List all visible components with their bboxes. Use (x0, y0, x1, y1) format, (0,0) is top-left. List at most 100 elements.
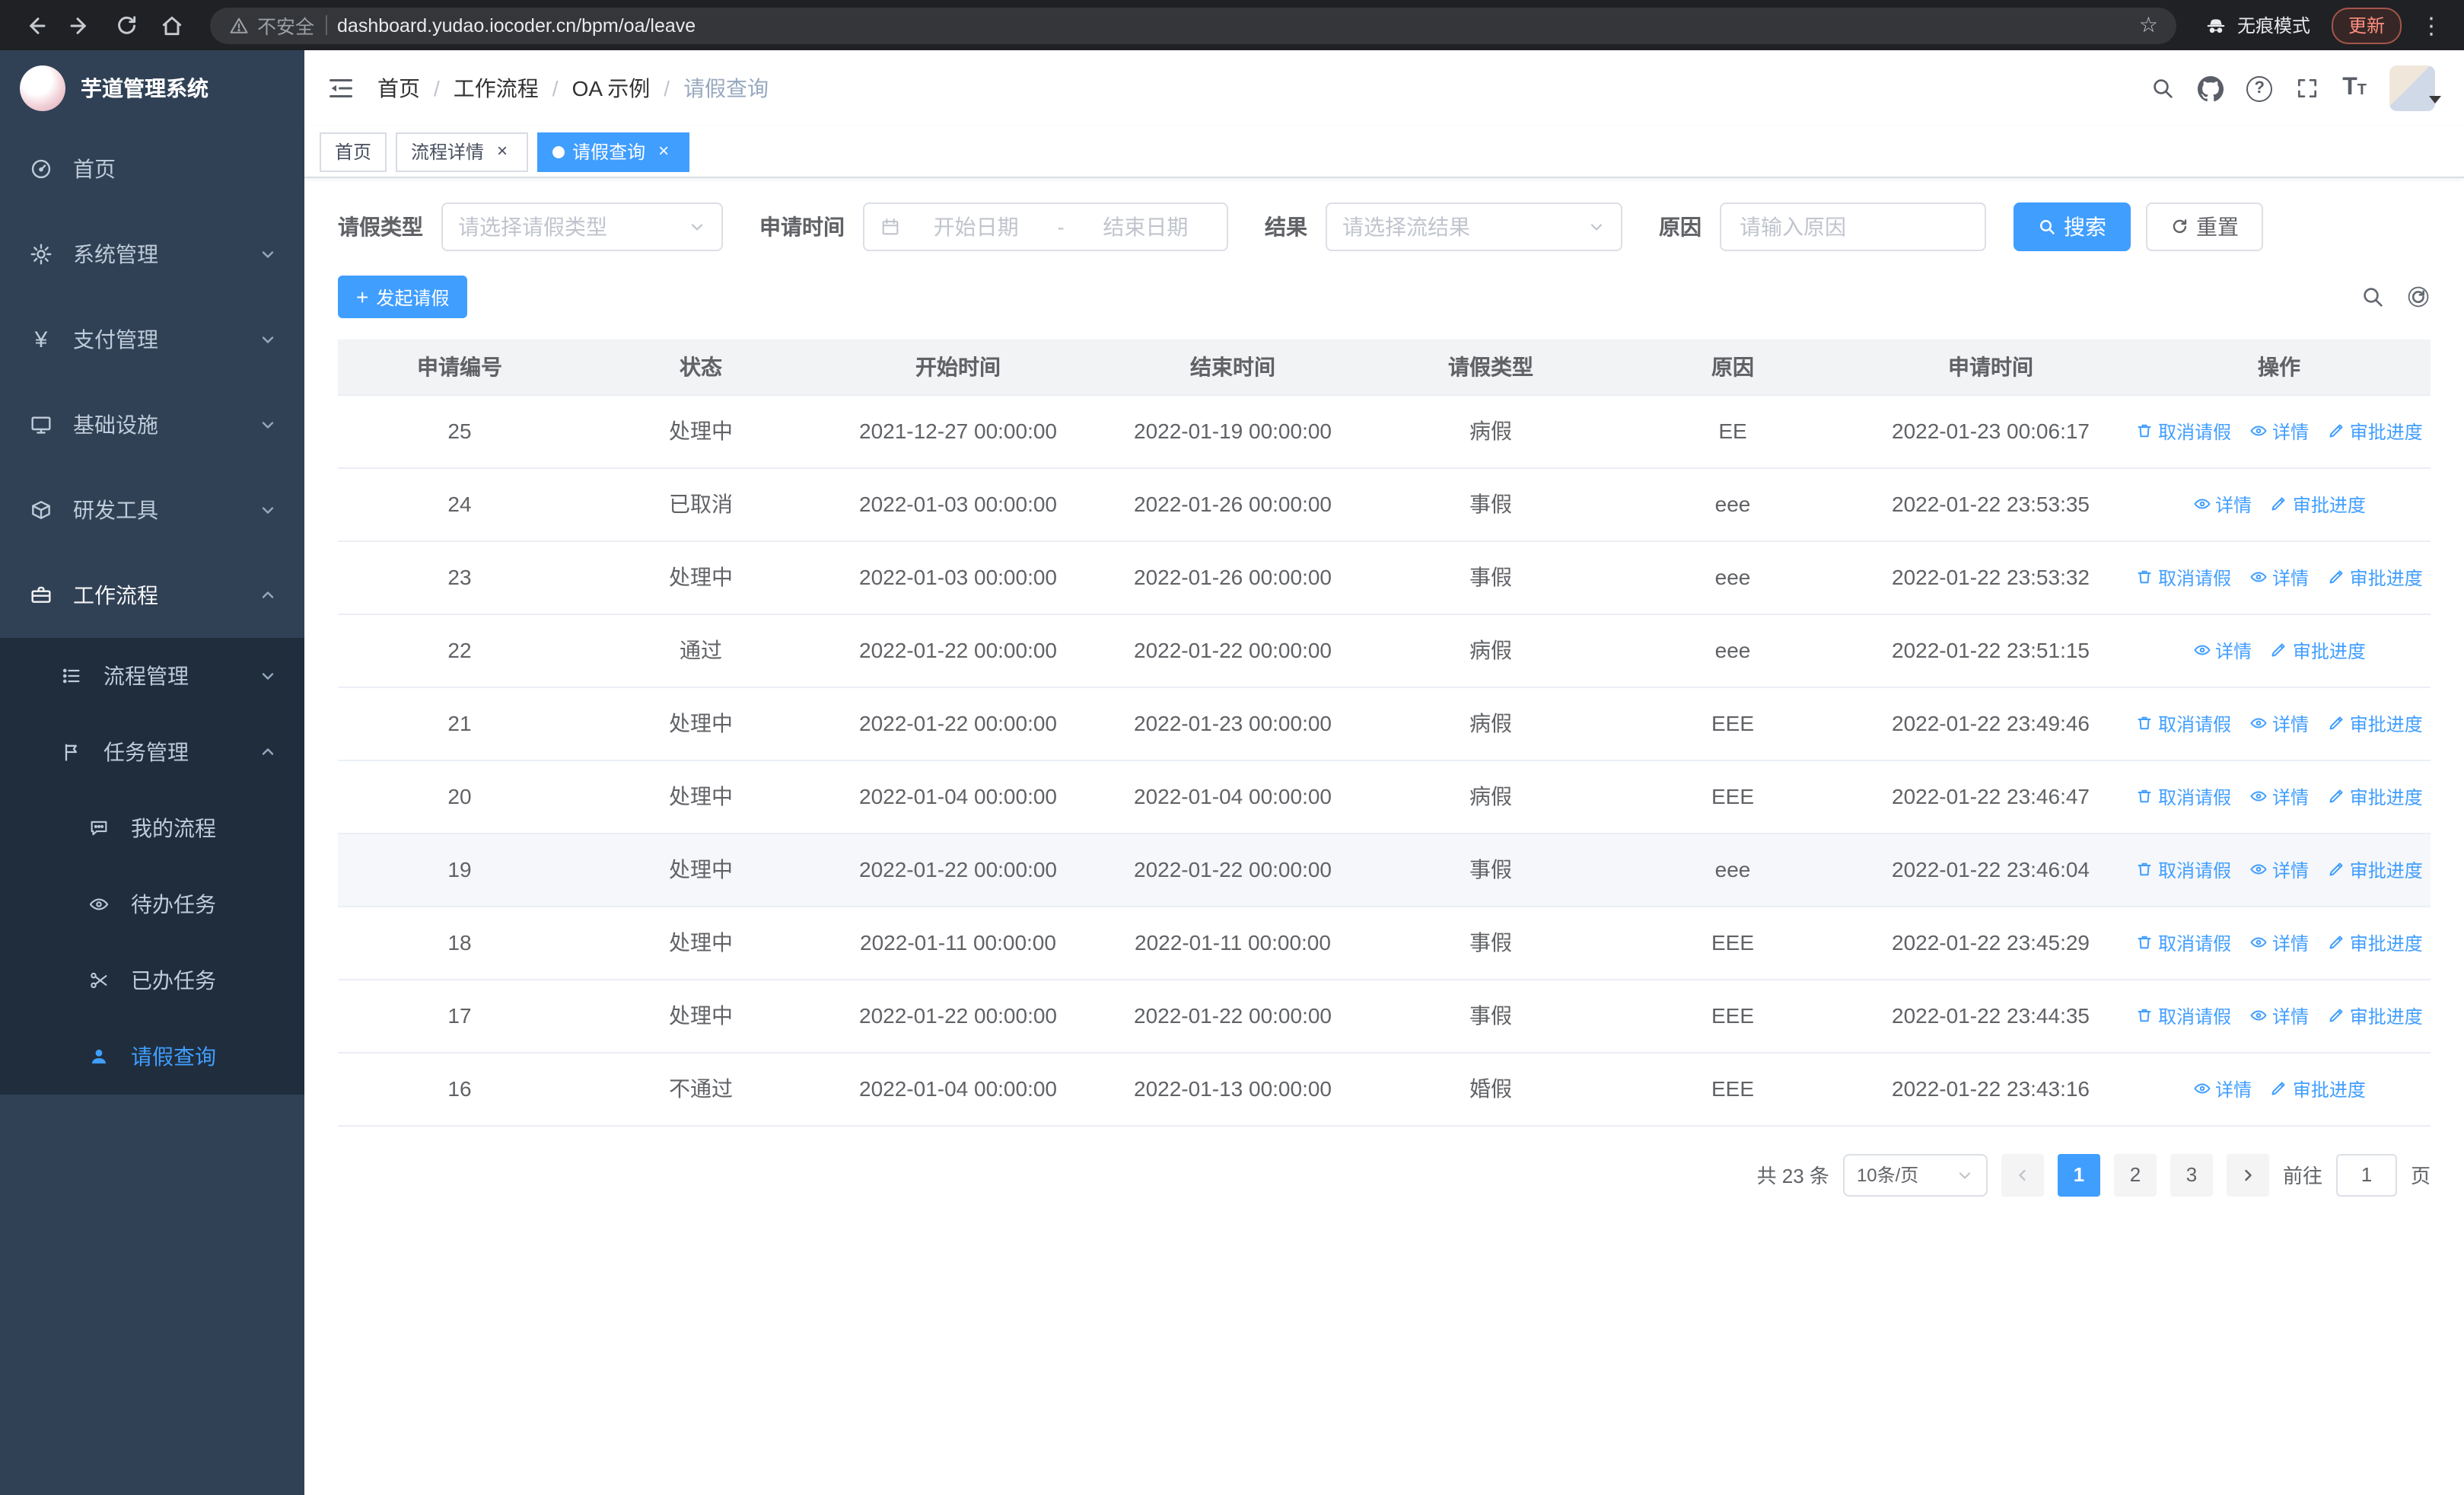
app-logo[interactable]: 芋道管理系统 (0, 50, 304, 126)
cancel-leave-link[interactable]: 取消请假 (2135, 419, 2231, 445)
search-icon[interactable] (2150, 76, 2175, 100)
table-row[interactable]: 23 处理中 2022-01-03 00:00:00 2022-01-26 00… (338, 540, 2431, 614)
approval-progress-link[interactable]: 审批进度 (2327, 930, 2423, 956)
search-button[interactable]: 搜索 (2014, 202, 2131, 251)
edit-icon (2329, 790, 2343, 804)
approval-progress-link[interactable]: 审批进度 (2327, 711, 2423, 737)
hide-search-icon[interactable] (2361, 285, 2385, 309)
sidebar-item-done-tasks[interactable]: 已办任务 (0, 942, 304, 1018)
page-button-3[interactable]: 3 (2170, 1153, 2213, 1196)
detail-link[interactable]: 详情 (2249, 857, 2309, 883)
close-icon[interactable]: × (653, 140, 674, 162)
reset-button[interactable]: 重置 (2146, 202, 2263, 251)
table-row[interactable]: 16 不通过 2022-01-04 00:00:00 2022-01-13 00… (338, 1052, 2431, 1126)
sidebar-item-task-management[interactable]: 任务管理 (0, 714, 304, 790)
sidebar-item-process-management[interactable]: 流程管理 (0, 638, 304, 714)
browser-menu-icon[interactable]: ⋮ (2414, 11, 2449, 39)
browser-forward-button[interactable] (61, 5, 100, 45)
approval-progress-link[interactable]: 审批进度 (2270, 1076, 2366, 1102)
tab-leave-query[interactable]: 请假查询 × (537, 132, 690, 171)
browser-back-button[interactable] (15, 5, 55, 45)
page-button-1[interactable]: 1 (2057, 1153, 2100, 1196)
page-button-2[interactable]: 2 (2113, 1153, 2157, 1196)
approval-progress-link[interactable]: 审批进度 (2327, 1003, 2423, 1029)
approval-progress-link[interactable]: 审批进度 (2327, 784, 2423, 810)
eye-icon (2250, 792, 2267, 802)
approval-progress-link[interactable]: 审批进度 (2327, 419, 2423, 445)
browser-update-button[interactable]: 更新 (2331, 7, 2402, 43)
detail-link[interactable]: 详情 (2192, 1076, 2252, 1102)
detail-link[interactable]: 详情 (2249, 419, 2309, 445)
sidebar-item-leave-query[interactable]: 请假查询 (0, 1018, 304, 1095)
cell-start-time: 2022-01-22 00:00:00 (820, 687, 1096, 760)
browser-home-button[interactable] (152, 5, 192, 45)
cancel-leave-link[interactable]: 取消请假 (2135, 565, 2231, 591)
detail-link[interactable]: 详情 (2249, 711, 2309, 737)
approval-progress-link[interactable]: 审批进度 (2327, 565, 2423, 591)
cell-actions: 取消请假 详情 审批进度 (2128, 687, 2431, 760)
cell-apply-time: 2022-01-22 23:53:32 (1854, 540, 2128, 614)
breadcrumb-item[interactable]: OA 示例 (572, 73, 651, 104)
github-icon[interactable] (2198, 75, 2224, 101)
sidebar-item-infrastructure[interactable]: 基础设施 (0, 382, 304, 467)
goto-page-input[interactable] (2335, 1153, 2397, 1196)
result-select[interactable]: 请选择流结果 (1326, 202, 1622, 251)
sidebar-item-home[interactable]: 首页 (0, 126, 304, 212)
sidebar-item-workflow[interactable]: 工作流程 (0, 553, 304, 638)
edit-icon (2329, 571, 2343, 585)
table-row[interactable]: 25 处理中 2021-12-27 00:00:00 2022-01-19 00… (338, 394, 2431, 468)
font-size-icon[interactable]: TT (2342, 75, 2367, 100)
approval-progress-link[interactable]: 审批进度 (2327, 857, 2423, 883)
table-row[interactable]: 22 通过 2022-01-22 00:00:00 2022-01-22 00:… (338, 614, 2431, 687)
address-bar[interactable]: 不安全 dashboard.yudao.iocoder.cn/bpm/oa/le… (210, 7, 2176, 43)
tab-home[interactable]: 首页 (320, 132, 387, 171)
cell-leave-type: 病假 (1370, 394, 1612, 468)
table-row[interactable]: 18 处理中 2022-01-11 00:00:00 2022-01-11 00… (338, 906, 2431, 980)
sidebar-collapse-icon[interactable] (327, 75, 355, 102)
cell-start-time: 2022-01-22 00:00:00 (820, 979, 1096, 1053)
detail-link[interactable]: 详情 (2192, 492, 2252, 518)
sidebar-item-my-processes[interactable]: 我的流程 (0, 790, 304, 866)
reason-input[interactable] (1720, 202, 1986, 251)
approval-progress-link[interactable]: 审批进度 (2270, 638, 2366, 664)
date-range-picker[interactable]: 开始日期 - 结束日期 (863, 202, 1228, 251)
sidebar-item-payment[interactable]: ¥ 支付管理 (0, 297, 304, 382)
table-row[interactable]: 21 处理中 2022-01-22 00:00:00 2022-01-23 00… (338, 687, 2431, 760)
approval-progress-link[interactable]: 审批进度 (2270, 492, 2366, 518)
next-page-button[interactable] (2226, 1153, 2269, 1196)
browser-reload-button[interactable] (107, 5, 146, 45)
cancel-leave-link[interactable]: 取消请假 (2135, 930, 2231, 956)
breadcrumb-item[interactable]: 工作流程 (454, 73, 539, 104)
security-indicator[interactable]: 不安全 (228, 11, 314, 40)
tab-process-detail[interactable]: 流程详情 × (396, 132, 529, 171)
sidebar-item-todo-tasks[interactable]: 待办任务 (0, 866, 304, 942)
user-avatar[interactable] (2389, 65, 2441, 111)
leave-type-select[interactable]: 请选择请假类型 (441, 202, 723, 251)
close-icon[interactable]: × (492, 140, 513, 162)
detail-link[interactable]: 详情 (2249, 1003, 2309, 1029)
sidebar-item-dev-tools[interactable]: 研发工具 (0, 467, 304, 553)
table-row[interactable]: 19 处理中 2022-01-22 00:00:00 2022-01-22 00… (338, 833, 2431, 907)
table-row[interactable]: 17 处理中 2022-01-22 00:00:00 2022-01-22 00… (338, 979, 2431, 1053)
trash-icon (2138, 717, 2151, 730)
detail-link[interactable]: 详情 (2249, 930, 2309, 956)
bookmark-star-icon[interactable]: ☆ (2139, 12, 2158, 38)
table-row[interactable]: 24 已取消 2022-01-03 00:00:00 2022-01-26 00… (338, 467, 2431, 541)
detail-link[interactable]: 详情 (2249, 784, 2309, 810)
cancel-leave-link[interactable]: 取消请假 (2135, 711, 2231, 737)
cancel-leave-link[interactable]: 取消请假 (2135, 1003, 2231, 1029)
page-size-select[interactable]: 10条/页 (1842, 1153, 1988, 1196)
cancel-leave-link[interactable]: 取消请假 (2135, 857, 2231, 883)
breadcrumb-item[interactable]: 首页 (377, 73, 420, 104)
detail-link[interactable]: 详情 (2249, 565, 2309, 591)
table-row[interactable]: 20 处理中 2022-01-04 00:00:00 2022-01-04 00… (338, 760, 2431, 834)
create-leave-button[interactable]: + 发起请假 (338, 276, 468, 318)
refresh-table-icon[interactable] (2406, 285, 2431, 309)
sidebar-item-system[interactable]: 系统管理 (0, 212, 304, 297)
cancel-leave-link[interactable]: 取消请假 (2135, 784, 2231, 810)
detail-link[interactable]: 详情 (2192, 638, 2252, 664)
prev-page-button[interactable] (2001, 1153, 2044, 1196)
fullscreen-icon[interactable] (2295, 76, 2319, 100)
warning-icon (230, 17, 248, 33)
help-icon[interactable]: ? (2246, 75, 2273, 101)
